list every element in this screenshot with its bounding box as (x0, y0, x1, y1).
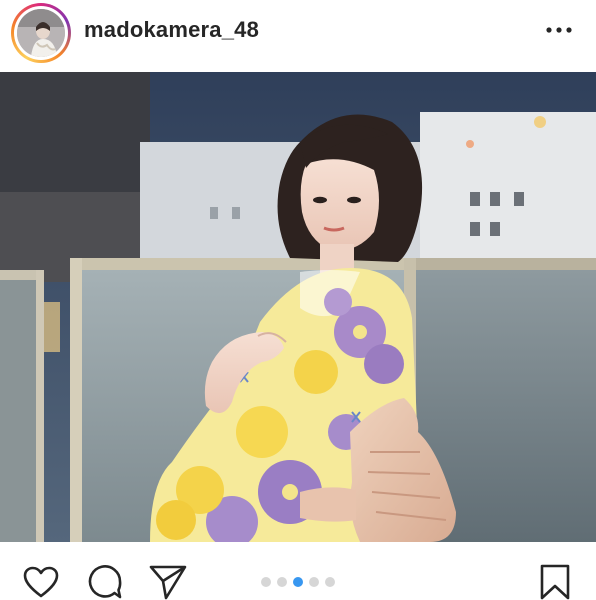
bookmark-icon (540, 564, 570, 600)
like-button[interactable] (21, 562, 61, 600)
carousel-dot-active[interactable] (293, 577, 303, 587)
paper-plane-icon (149, 565, 187, 600)
carousel-dot[interactable] (325, 577, 335, 587)
story-ring[interactable] (11, 3, 71, 63)
more-options-button[interactable] (541, 16, 577, 44)
carousel-dot[interactable] (261, 577, 271, 587)
heart-icon (23, 566, 59, 598)
save-button[interactable] (535, 562, 575, 600)
more-options-icon (546, 27, 572, 33)
post-photo[interactable] (0, 72, 596, 542)
avatar (17, 9, 65, 57)
avatar-image (17, 9, 65, 57)
post-header: madokamera_48 (0, 0, 596, 72)
carousel-dot[interactable] (309, 577, 319, 587)
comment-bubble-icon (88, 565, 122, 599)
comment-button[interactable] (85, 562, 125, 600)
instagram-post: madokamera_48 (0, 0, 596, 600)
share-button[interactable] (148, 562, 188, 600)
action-bar (0, 542, 596, 600)
username[interactable]: madokamera_48 (84, 17, 259, 43)
carousel-dot[interactable] (277, 577, 287, 587)
carousel-indicator (261, 577, 335, 587)
avatar-border (14, 6, 68, 60)
photo-image (0, 72, 596, 542)
